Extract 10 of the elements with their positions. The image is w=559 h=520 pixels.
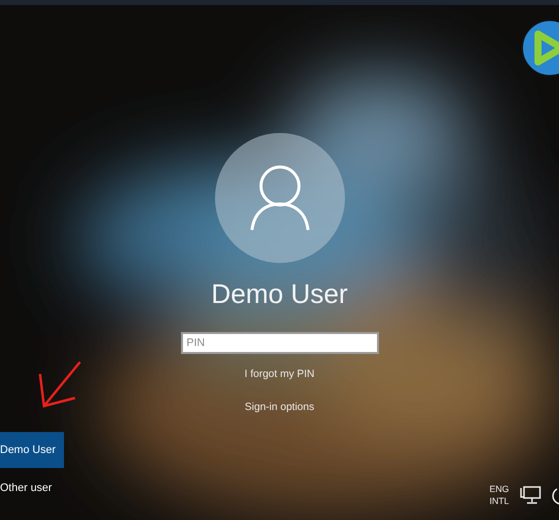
user-icon (248, 164, 312, 232)
user-item[interactable]: Demo User (0, 432, 64, 468)
language-label[interactable]: ENG (489, 483, 509, 495)
link[interactable]: Sign-in options (244, 401, 314, 413)
layout-label[interactable]: INTL (489, 495, 509, 507)
user-item[interactable]: Other user (0, 482, 52, 494)
network-icon[interactable] (519, 485, 541, 505)
link[interactable]: I forgot my PIN (244, 368, 315, 380)
pin-field[interactable]: PIN (180, 332, 378, 354)
account-name: Demo User (211, 279, 348, 310)
